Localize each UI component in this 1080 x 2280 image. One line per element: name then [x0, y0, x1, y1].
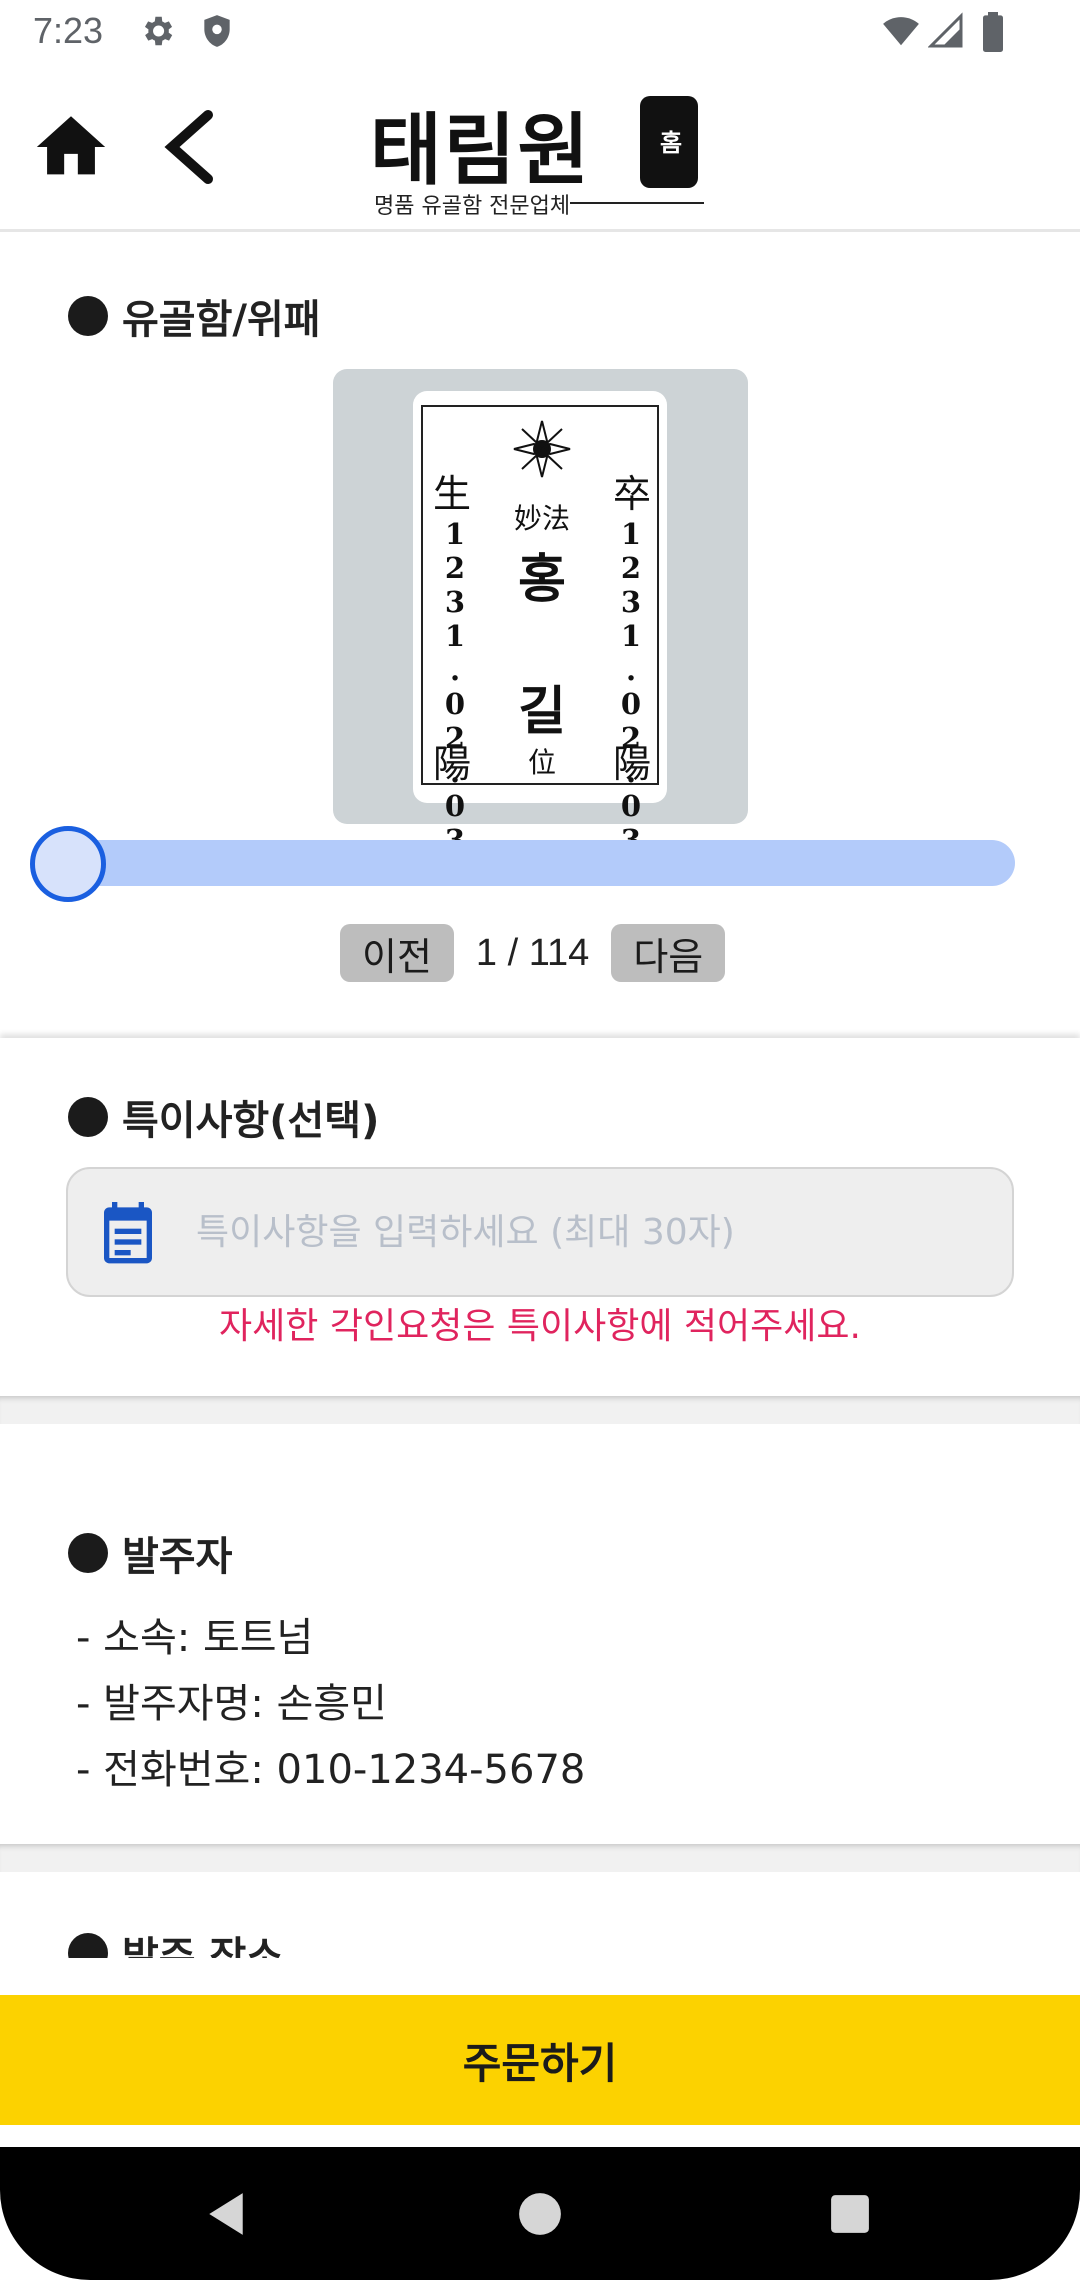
nav-recents-button[interactable]: [790, 2147, 910, 2280]
status-time: 7:23: [33, 10, 104, 51]
triangle-back-icon: [209, 2192, 243, 2235]
engraving-warning: 자세한 각인요청은 특이사항에 적어주세요.: [219, 1306, 861, 1347]
section-title-note: 특이사항(선택): [68, 1088, 379, 1146]
calendar-note-icon: [104, 1202, 152, 1264]
tablet-dharma-title: 妙法: [513, 502, 570, 535]
circle-home-icon: [519, 2192, 561, 2235]
section-title-urn: 유골함/위패: [68, 287, 321, 345]
app-bar: 태림원 홈 명품 유골함 전문업체: [0, 66, 1080, 232]
tablet-birth-char: 生: [433, 472, 472, 516]
gear-icon: [138, 12, 176, 54]
logo-subtitle: 명품 유골함 전문업체: [374, 194, 571, 219]
slider-thumb[interactable]: [30, 826, 106, 902]
section-divider: [0, 1396, 1080, 1424]
section-divider: [0, 1038, 1080, 1048]
section-title-place: 발주 장소: [68, 1924, 283, 1958]
signal-icon: [927, 12, 964, 54]
home-button[interactable]: [30, 106, 112, 188]
back-button[interactable]: [160, 106, 220, 188]
urn-section-title: 유골함/위패: [122, 297, 321, 343]
logo-title: 태림원: [370, 105, 592, 196]
nav-back-button[interactable]: [166, 2147, 286, 2280]
square-recents-icon: [831, 2194, 869, 2233]
section-title-orderer: 발주자: [68, 1524, 232, 1582]
section-divider: [0, 1844, 1080, 1872]
orderer-name: - 발주자명: 손흥민: [76, 1681, 387, 1727]
note-field[interactable]: [66, 1167, 1014, 1297]
bottom-spacer: [0, 2125, 1080, 2147]
next-button[interactable]: 다음: [611, 924, 726, 982]
order-button[interactable]: 주문하기: [0, 1995, 1080, 2125]
system-nav-bar: [0, 2147, 1080, 2280]
slider-track[interactable]: [60, 840, 1015, 886]
orderer-phone: - 전화번호: 010-1234-5678: [76, 1747, 586, 1793]
tablet-death-date: 1231.02.03: [614, 517, 648, 857]
place-section: 발주 장소: [0, 1872, 1080, 1958]
battery-icon: [980, 12, 1006, 56]
tablet-death-char: 卒: [613, 472, 652, 516]
home-icon: [36, 116, 106, 175]
shield-icon: [198, 12, 236, 54]
orderer-info: - 소속: 토트넘 - 발주자명: 손흥민 - 전화번호: 010-1234-5…: [76, 1605, 585, 1803]
place-section-mask: [0, 1958, 1080, 1995]
memorial-tablet: 生 卒 1231.02.03 1231.02.03 妙法 홍 길 陽 位 陽: [413, 391, 667, 857]
page-indicator: 1 / 114: [475, 931, 590, 974]
tablet-bottom-right-char: 陽: [613, 742, 652, 786]
prev-button[interactable]: 이전: [340, 924, 454, 982]
status-bar: 7:23: [0, 0, 1080, 66]
bullet-dot-icon: [68, 1097, 108, 1137]
bullet-dot-icon: [68, 1533, 108, 1573]
pager: 이전 1 / 114 다음: [340, 923, 726, 983]
tablet-bottom-center-char: 位: [527, 746, 556, 779]
tablet-name-second: 길: [518, 681, 566, 742]
design-slider[interactable]: [30, 826, 1015, 902]
tablet-frame: 生 卒 1231.02.03 1231.02.03 妙法 홍 길 陽 位 陽: [421, 405, 659, 857]
tablet-preview: 生 卒 1231.02.03 1231.02.03 妙法 홍 길 陽 位 陽: [333, 369, 748, 857]
orderer-section-title: 발주자: [122, 1534, 233, 1580]
bullet-dot-icon: [68, 296, 108, 336]
logo-seal: 홈: [640, 96, 698, 188]
orderer-affiliation: - 소속: 토트넘: [76, 1615, 314, 1661]
tablet-birth-date: 1231.02.03: [438, 517, 472, 857]
tablet-name-first: 홍: [518, 549, 566, 610]
bullet-dot-icon: [68, 1933, 108, 1958]
wifi-icon: [880, 12, 922, 54]
place-section-title: 발주 장소: [122, 1934, 284, 1958]
tablet-bottom-left-char: 陽: [433, 742, 472, 786]
brand-logo: 태림원 홈 명품 유골함 전문업체: [370, 88, 710, 219]
note-section-title: 특이사항(선택): [122, 1098, 380, 1144]
chevron-left-icon: [164, 110, 213, 184]
note-input[interactable]: [196, 1169, 996, 1295]
logo-underline: [570, 202, 704, 204]
nav-home-button[interactable]: [480, 2147, 600, 2280]
flower-emblem-icon: [513, 420, 571, 478]
